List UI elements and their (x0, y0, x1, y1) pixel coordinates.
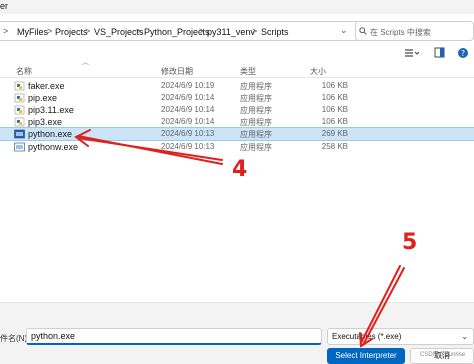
file-date: 2024/6/9 10:14 (161, 117, 215, 126)
breadcrumb-myfiles[interactable]: MyFiles (17, 27, 48, 37)
file-size: 106 KB (321, 93, 348, 102)
file-name: pip3.11.exe (28, 105, 74, 115)
chevron-right-icon[interactable]: > (3, 26, 8, 36)
chevron-down-icon[interactable]: ⌄ (340, 25, 348, 36)
help-icon[interactable]: ? (457, 47, 469, 59)
file-date: 2024/6/9 10:14 (161, 105, 215, 114)
step-5-label: 5 (402, 230, 418, 255)
file-date: 2024/6/9 10:14 (161, 93, 215, 102)
file-type: 应用程序 (240, 130, 272, 139)
chevron-right-icon[interactable]: > (252, 26, 257, 36)
select-interpreter-button[interactable]: Select Interpreter (327, 348, 405, 364)
file-size: 258 KB (321, 142, 348, 151)
column-header-name[interactable]: 名称 (16, 66, 32, 77)
python-exe-icon (14, 117, 25, 127)
title-bar: er (0, 0, 474, 14)
file-type: 应用程序 (240, 143, 272, 152)
python-exe-icon (14, 93, 25, 103)
file-name: pythonw.exe (28, 142, 79, 152)
view-toolbar: ? (0, 47, 474, 61)
file-row-python[interactable]: python.exe 2024/6/9 10:13 应用程序 269 KB (0, 127, 474, 141)
breadcrumb[interactable]: > MyFiles > Projects > VS_Projects > Pyt… (0, 21, 382, 41)
file-date: 2024/6/9 10:13 (161, 142, 215, 151)
filename-field[interactable] (26, 328, 322, 345)
watermark: CSDN @Sunrise (420, 352, 466, 358)
svg-text:?: ? (461, 49, 465, 58)
view-menu-icon[interactable] (404, 47, 420, 59)
filename-label: 件名(N): (0, 334, 30, 343)
file-row-pythonw[interactable]: pythonw.exe 2024/6/9 10:13 应用程序 258 KB (0, 141, 474, 153)
breadcrumb-scripts[interactable]: Scripts (261, 27, 289, 37)
file-type-filter[interactable]: Executables (*.exe) ⌄ (327, 328, 474, 345)
search-placeholder: 在 Scripts 中搜索 (370, 28, 431, 37)
column-header-size[interactable]: 大小 (310, 66, 326, 77)
file-row-pip311[interactable]: pip3.11.exe 2024/6/9 10:14 应用程序 106 KB (0, 104, 474, 116)
window-title: er (0, 1, 9, 11)
address-bar: > MyFiles > Projects > VS_Projects > Pyt… (0, 21, 474, 41)
search-icon (359, 27, 367, 35)
python-app-icon (14, 129, 25, 139)
filter-value: Executables (*.exe) (332, 332, 402, 341)
file-type: 应用程序 (240, 94, 272, 103)
file-name: python.exe (28, 129, 73, 139)
chevron-right-icon[interactable]: > (85, 26, 90, 36)
file-name: faker.exe (28, 81, 65, 91)
breadcrumb-projects[interactable]: Projects (55, 27, 88, 37)
file-size: 269 KB (321, 129, 348, 138)
file-name: pip.exe (28, 93, 58, 103)
search-input[interactable]: 在 Scripts 中搜索 (355, 21, 474, 41)
breadcrumb-py311-venv[interactable]: py311_venv (207, 27, 255, 37)
file-date: 2024/6/9 10:13 (161, 129, 215, 138)
chevron-right-icon[interactable]: > (136, 26, 141, 36)
column-headers: 名称 修改日期 类型 大小 (0, 64, 474, 78)
file-type: 应用程序 (240, 82, 272, 91)
file-type: 应用程序 (240, 106, 272, 115)
file-size: 106 KB (321, 105, 348, 114)
step-4-label: 4 (232, 157, 248, 182)
python-exe-icon (14, 105, 25, 115)
preview-pane-icon[interactable] (434, 47, 445, 59)
file-size: 106 KB (321, 117, 348, 126)
python-exe-icon (14, 81, 25, 91)
column-header-type[interactable]: 类型 (240, 66, 256, 77)
column-header-date[interactable]: 修改日期 (161, 66, 193, 77)
file-date: 2024/6/9 10:19 (161, 81, 215, 90)
file-row-pip[interactable]: pip.exe 2024/6/9 10:14 应用程序 106 KB (0, 92, 474, 104)
file-row-faker[interactable]: faker.exe 2024/6/9 10:19 应用程序 106 KB (0, 80, 474, 92)
chevron-right-icon[interactable]: > (47, 26, 52, 36)
filename-input[interactable] (27, 329, 321, 343)
file-name: pip3.exe (28, 117, 63, 127)
python-app-icon (14, 142, 25, 152)
file-size: 106 KB (321, 81, 348, 90)
chevron-down-icon: ⌄ (461, 332, 468, 341)
chevron-right-icon[interactable]: > (199, 26, 204, 36)
